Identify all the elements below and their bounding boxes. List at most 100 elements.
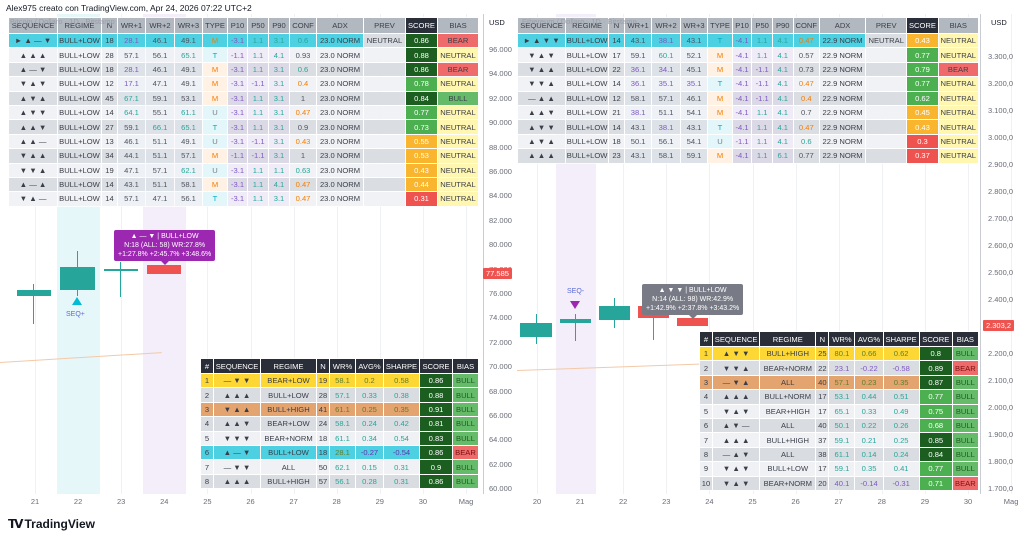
cell-adx: 22.9 NORM <box>819 119 867 135</box>
cell-regime: ALL <box>759 374 817 391</box>
cell-rank: 6 <box>200 444 214 461</box>
table-row: 8— ▲ ▼ ALL 38 61.1 0.14 0.24 0.84 BULL <box>698 446 979 463</box>
cell-wr2: 59.1 <box>145 90 175 106</box>
cell-regime: BULL+LOW <box>565 76 610 92</box>
candle-bear <box>147 265 181 274</box>
table-row: ▼ ▲ ▼ BULL+LOW 12 17.1 47.1 49.1 M -3.1 -1.1 3.1 0… <box>8 76 479 92</box>
cell-wr: 50.1 <box>828 417 856 434</box>
price-tick-label: 2.200,0 <box>988 349 1014 358</box>
cell-prev <box>865 119 908 135</box>
cell-prev: NEUTRAL <box>865 32 908 49</box>
cell-p90: 3.1 <box>268 148 290 164</box>
chart-credit: Alex975 creato con TradingView.com, Apr … <box>6 3 252 13</box>
cell-wr1: 36.1 <box>623 61 653 78</box>
cell-rank: 9 <box>698 461 714 477</box>
cell-wr: 59.1 <box>828 461 856 477</box>
candle-bull <box>104 269 138 271</box>
cell-p10: -3.1 <box>227 162 248 178</box>
column-header-sequence: SEQUENCE <box>712 331 761 347</box>
price-tick-label: 1.900,0 <box>988 430 1014 439</box>
cell-sequence: ▲ ▼ ▼ <box>712 345 761 362</box>
cell-p90: 4.1 <box>268 176 290 193</box>
cell-p50: 1.1 <box>751 119 773 135</box>
table-row: ▼ ▼ ▲ BULL+LOW 14 36.1 35.1 35.1 T -4.1 -1.1 4.1 0… <box>516 76 979 92</box>
cell-sharpe: -0.54 <box>383 444 420 461</box>
cell-bias: NEUTRAL <box>937 133 979 150</box>
symbol-legend[interactable]: Ethereum / Dollaro · 1D · Bitstamp <box>522 17 637 26</box>
price-tick-label: 70.000 <box>489 362 512 372</box>
cell-prev <box>363 76 406 92</box>
cell-n: 19 <box>101 162 118 178</box>
cell-regime: BULL+LOW <box>57 148 102 164</box>
cell-p10: -3.1 <box>227 90 248 106</box>
candle-bull <box>560 319 591 323</box>
cell-score: 0.37 <box>906 148 939 164</box>
table-row: ▼ ▼ ▲ BULL+LOW 19 47.1 57.1 62.1 U -3.1 1.1 1.1 0.… <box>8 162 479 178</box>
column-header-score: SCORE <box>405 17 438 34</box>
table-row: ▲ ▼ ▼ BULL+LOW 14 43.1 38.1 43.1 T -4.1 1.1 4.1 0.… <box>516 119 979 135</box>
cell-p90: 1.1 <box>268 162 290 178</box>
table-row: ▲ ▼ ▼ BULL+LOW 14 64.1 55.1 61.1 U -3.1 1.1 3.1 0.… <box>8 104 479 121</box>
cell-score: 0.81 <box>419 416 453 432</box>
cell-sequence: ▲ ▲ — <box>8 133 58 150</box>
cell-sharpe: 0.41 <box>882 461 920 477</box>
date-tick-label: 27 <box>289 497 298 506</box>
cell-p90: 6.1 <box>771 148 794 164</box>
symbol-legend[interactable]: Bitcoin / Dollaro · 1D · Bitstamp <box>10 17 115 26</box>
cell-sequence: ▲ ▼ ▲ <box>516 133 567 150</box>
axis-border <box>483 14 484 494</box>
cell-p10: -4.1 <box>731 90 753 106</box>
cell-regime: ALL <box>759 446 817 463</box>
cell-sharpe: 0.54 <box>383 430 420 446</box>
price-tick-label: 96.000 <box>489 45 512 54</box>
cell-bias: NEUTRAL <box>437 119 479 135</box>
cell-wr2: 51.1 <box>145 133 175 150</box>
cell-n: 25 <box>815 345 830 362</box>
last-price-tag: 2.303,2 <box>983 320 1015 331</box>
cell-wr2: 55.1 <box>145 104 175 121</box>
cell-n: 57 <box>316 473 330 490</box>
price-tick-label: 66.000 <box>489 411 512 420</box>
tooltip-line: +1:27.8% +2:45.7% +3:48.6% <box>118 251 212 258</box>
column-header-p90: P90 <box>771 17 794 34</box>
cell-rank: 6 <box>698 417 714 434</box>
date-tick-label: Mag <box>1003 497 1019 506</box>
cell-p90: 3.1 <box>268 133 290 150</box>
date-tick-label: 28 <box>332 497 341 506</box>
cell-type: M <box>202 90 228 106</box>
cell-n: 17 <box>608 47 625 63</box>
cell-regime: BEAR+NORM <box>759 360 817 376</box>
cell-prev <box>865 90 908 106</box>
brand-name: TradingView <box>24 517 95 531</box>
cell-regime: BULL+LOW <box>57 90 102 106</box>
cell-sharpe: 0.58 <box>383 372 420 389</box>
cell-n: 27 <box>101 119 118 135</box>
cell-n: 18 <box>316 430 330 446</box>
column-header-wr3: WR+3 <box>679 17 709 34</box>
price-tick-label: 2.000,0 <box>988 403 1014 412</box>
tradingview-logo[interactable]: 𝗧𝗩 TradingView <box>8 517 95 531</box>
price-tick-label: 3.100,0 <box>988 106 1014 115</box>
cell-sequence: ▲ ▲ ▲ <box>516 148 567 164</box>
cell-adx: 23.0 NORM <box>316 76 364 92</box>
pattern-tooltip: ▲ ▼ ▼ | BULL+LOW N:14 (ALL: 98) WR:42.9%… <box>642 284 744 319</box>
cell-p10: -4.1 <box>731 76 753 92</box>
cell-p10: -4.1 <box>731 119 753 135</box>
cell-adx: 23.0 NORM <box>316 119 364 135</box>
cell-prev <box>865 47 908 63</box>
cell-sequence: ▲ — ▼ <box>8 61 58 78</box>
cell-bias: NEUTRAL <box>437 176 479 193</box>
price-tick-label: 74.000 <box>489 313 512 323</box>
cell-score: 0.77 <box>906 76 939 92</box>
cell-wr3: 56.1 <box>174 191 203 207</box>
cell-sequence: ▲ — ▼ <box>213 444 261 461</box>
cell-avg: 0.44 <box>854 389 884 405</box>
cell-wr3: 43.1 <box>679 32 709 49</box>
cell-score: 0.53 <box>405 148 438 164</box>
cell-sharpe: 0.49 <box>882 403 920 419</box>
cell-avg: 0.35 <box>854 461 884 477</box>
cell-score: 0.77 <box>906 47 939 63</box>
table-row: 3— ▼ ▲ ALL 40 57.1 0.23 0.35 0.87 BULL <box>698 374 979 391</box>
cell-bias: BEAR <box>951 475 979 491</box>
cell-regime: BULL+NORM <box>759 389 817 405</box>
